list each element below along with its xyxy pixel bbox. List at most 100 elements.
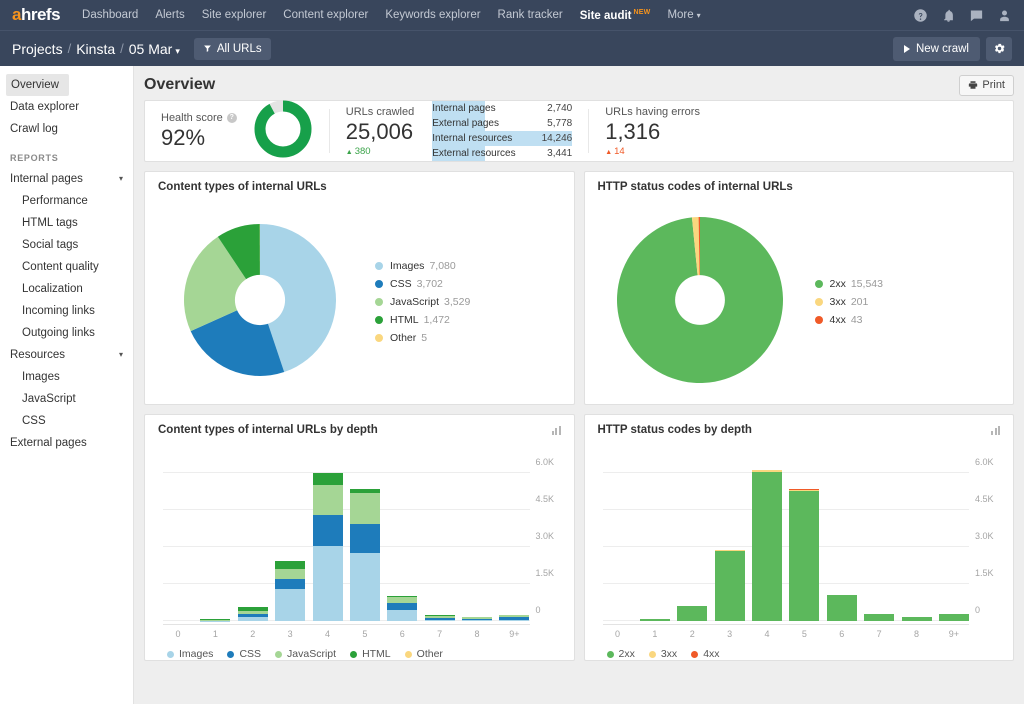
print-button[interactable]: Print xyxy=(959,75,1014,96)
nav-link-site-explorer[interactable]: Site explorer xyxy=(202,9,267,22)
sidebar-item-label: Incoming links xyxy=(22,304,95,318)
play-icon xyxy=(904,45,910,53)
legend-label: CSS xyxy=(239,648,261,660)
nav-link-content-explorer[interactable]: Content explorer xyxy=(283,9,368,22)
health-score-label: Health score ? xyxy=(161,112,237,124)
chevron-down-icon[interactable]: ▾ xyxy=(119,348,123,362)
x-axis-tick-label: 5 xyxy=(789,629,819,639)
sidebar-item-css[interactable]: CSS xyxy=(0,410,133,432)
sidebar-item-internal-pages[interactable]: Internal pages▾ xyxy=(0,168,133,190)
legend-item[interactable]: 2xx15,543 xyxy=(815,278,883,290)
sidebar-item-overview[interactable]: Overview xyxy=(6,74,69,96)
chart-type-toggle-icon[interactable] xyxy=(552,426,561,435)
http-status-donut[interactable] xyxy=(617,217,783,388)
sidebar-item-localization[interactable]: Localization xyxy=(0,278,133,300)
sidebar-item-resources[interactable]: Resources▾ xyxy=(0,344,133,366)
chart-type-toggle-icon[interactable] xyxy=(991,426,1000,435)
breadcrumb-date-selector[interactable]: 05 Mar▾ xyxy=(129,41,180,57)
bar-column-depth-7[interactable] xyxy=(425,451,455,621)
bar-column-depth-5[interactable] xyxy=(350,451,380,621)
legend-item[interactable]: 3xx xyxy=(649,648,677,660)
legend-item[interactable]: Images7,080 xyxy=(375,260,470,272)
legend-item[interactable]: Images xyxy=(167,648,213,660)
new-crawl-button[interactable]: New crawl xyxy=(893,37,980,61)
table-row[interactable]: External pages5,778 xyxy=(432,116,572,131)
legend-item[interactable]: CSS3,702 xyxy=(375,278,470,290)
bar-column-depth-4[interactable] xyxy=(752,451,782,621)
table-row[interactable]: External resources3,441 xyxy=(432,146,572,161)
content-depth-x-axis: 0123456789+ xyxy=(163,624,530,639)
user-account-icon[interactable] xyxy=(997,8,1012,23)
bar-column-depth-4[interactable] xyxy=(313,451,343,621)
x-axis-tick-label: 1 xyxy=(200,629,230,639)
bar-column-depth-9+[interactable] xyxy=(499,451,529,621)
breadcrumb-kinsta[interactable]: Kinsta xyxy=(76,41,115,57)
nav-link-more[interactable]: More▾ xyxy=(667,9,700,22)
legend-item[interactable]: HTML xyxy=(350,648,391,660)
nav-link-keywords-explorer[interactable]: Keywords explorer xyxy=(385,9,480,22)
sidebar-item-performance[interactable]: Performance xyxy=(0,190,133,212)
content-types-card-header: Content types of internal URLs xyxy=(145,172,574,202)
content-types-donut[interactable] xyxy=(184,224,336,381)
ahrefs-logo[interactable]: ahrefs xyxy=(12,5,60,25)
nav-link-alerts[interactable]: Alerts xyxy=(155,9,184,22)
breadcrumb-projects[interactable]: Projects xyxy=(12,41,63,57)
bar-column-depth-1[interactable] xyxy=(200,451,230,621)
sidebar-item-html-tags[interactable]: HTML tags xyxy=(0,212,133,234)
legend-item[interactable]: 2xx xyxy=(607,648,635,660)
legend-item[interactable]: Other5 xyxy=(375,332,470,344)
bar-column-depth-3[interactable] xyxy=(275,451,305,621)
bar-column-depth-0[interactable] xyxy=(603,451,633,621)
help-tooltip-icon[interactable]: ? xyxy=(227,113,237,123)
logo-text: hrefs xyxy=(21,5,60,24)
table-row[interactable]: Internal resources14,246 xyxy=(432,131,572,146)
bar-segment-2xx xyxy=(902,617,932,621)
bar-column-depth-5[interactable] xyxy=(789,451,819,621)
chevron-down-icon[interactable]: ▾ xyxy=(119,172,123,186)
bar-segment-images xyxy=(238,617,268,621)
bar-column-depth-0[interactable] xyxy=(163,451,193,621)
chat-icon[interactable] xyxy=(969,8,984,23)
legend-color-dot xyxy=(375,298,383,306)
breakdown-name: Internal pages xyxy=(432,101,541,116)
bar-column-depth-3[interactable] xyxy=(715,451,745,621)
nav-link-dashboard[interactable]: Dashboard xyxy=(82,9,138,22)
legend-item[interactable]: JavaScript xyxy=(275,648,336,660)
sidebar-item-javascript[interactable]: JavaScript xyxy=(0,388,133,410)
legend-item[interactable]: CSS xyxy=(227,648,261,660)
all-urls-filter-button[interactable]: All URLs xyxy=(194,38,271,60)
sidebar-item-social-tags[interactable]: Social tags xyxy=(0,234,133,256)
breadcrumb-separator: / xyxy=(68,41,72,56)
sidebar-item-incoming-links[interactable]: Incoming links xyxy=(0,300,133,322)
bar-column-depth-6[interactable] xyxy=(827,451,857,621)
settings-button[interactable] xyxy=(986,37,1012,61)
legend-item[interactable]: Other xyxy=(405,648,443,660)
bar-column-depth-7[interactable] xyxy=(864,451,894,621)
bar-column-depth-8[interactable] xyxy=(462,451,492,621)
sidebar-item-images[interactable]: Images xyxy=(0,366,133,388)
sidebar-item-content-quality[interactable]: Content quality xyxy=(0,256,133,278)
sidebar-item-outgoing-links[interactable]: Outgoing links xyxy=(0,322,133,344)
sidebar-item-external-pages[interactable]: External pages xyxy=(0,432,133,454)
nav-link-site-audit[interactable]: Site auditNEW xyxy=(580,9,651,22)
bar-column-depth-2[interactable] xyxy=(677,451,707,621)
legend-item[interactable]: 3xx201 xyxy=(815,296,883,308)
breakdown-value: 3,441 xyxy=(542,146,573,161)
bar-column-depth-2[interactable] xyxy=(238,451,268,621)
sidebar-item-crawl-log[interactable]: Crawl log xyxy=(0,118,133,140)
nav-link-rank-tracker[interactable]: Rank tracker xyxy=(498,9,563,22)
bar-segment-css xyxy=(313,515,343,546)
bar-column-depth-9+[interactable] xyxy=(939,451,969,621)
bar-column-depth-8[interactable] xyxy=(902,451,932,621)
sidebar-item-data-explorer[interactable]: Data explorer xyxy=(0,96,133,118)
legend-item[interactable]: JavaScript3,529 xyxy=(375,296,470,308)
table-row[interactable]: Internal pages2,740 xyxy=(432,101,572,116)
legend-item[interactable]: 4xx43 xyxy=(815,314,883,326)
legend-item[interactable]: 4xx xyxy=(691,648,719,660)
notifications-bell-icon[interactable] xyxy=(941,8,956,23)
bar-column-depth-1[interactable] xyxy=(640,451,670,621)
x-axis-tick-label: 5 xyxy=(350,629,380,639)
help-icon[interactable] xyxy=(913,8,928,23)
legend-item[interactable]: HTML1,472 xyxy=(375,314,470,326)
bar-column-depth-6[interactable] xyxy=(387,451,417,621)
